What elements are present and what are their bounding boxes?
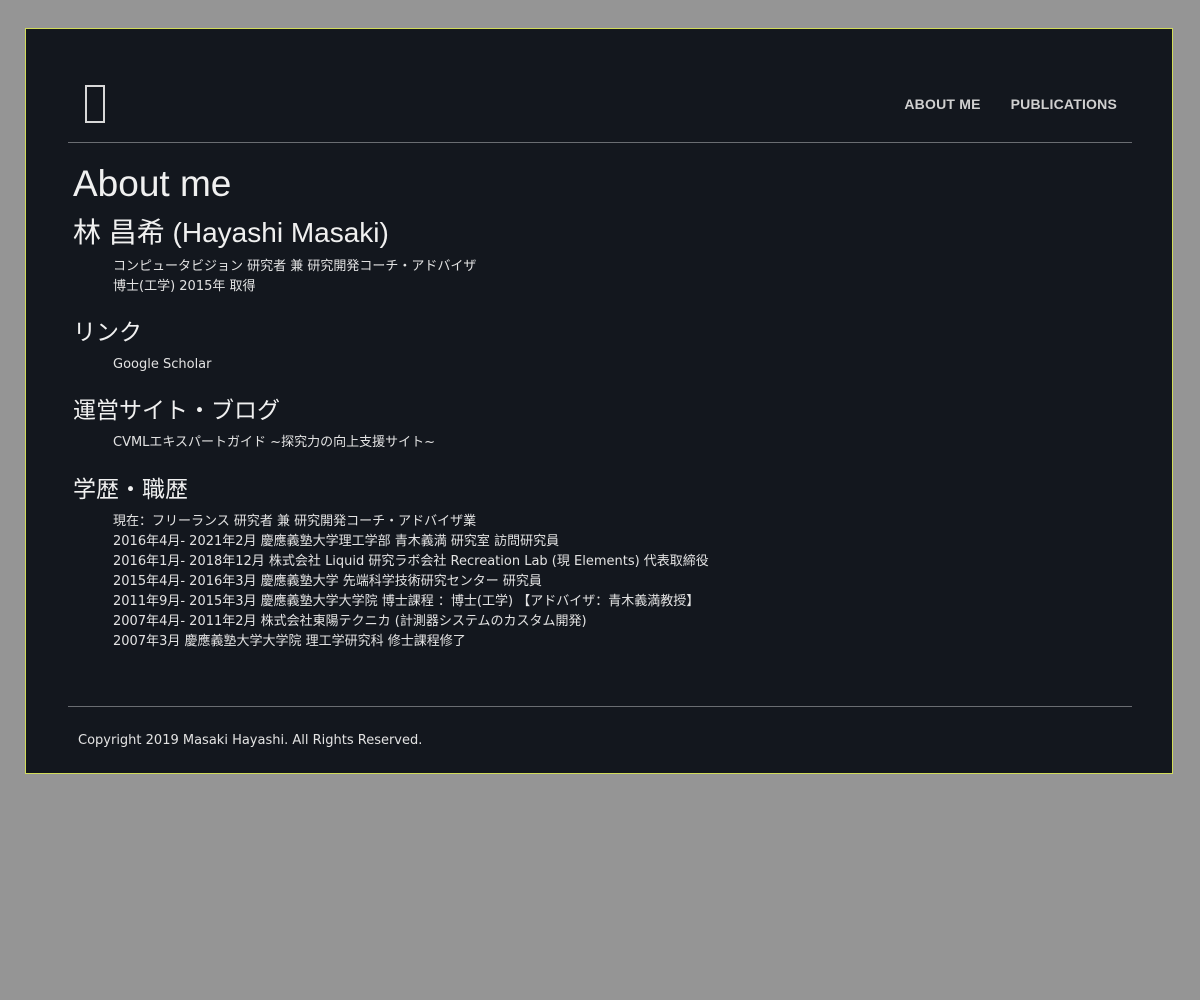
nav-publications[interactable]: PUBLICATIONS: [1011, 96, 1117, 112]
cvml-guide-link[interactable]: CVMLエキスパートガイド ~探究力の向上支援サイト~: [113, 435, 435, 450]
sites-section: 運営サイト・ブログ CVMLエキスパートガイド ~探究力の向上支援サイト~: [73, 395, 1133, 453]
links-section: リンク Google Scholar: [73, 317, 1133, 375]
google-scholar-link[interactable]: Google Scholar: [113, 357, 212, 372]
career-heading: 学歴・職歴: [73, 477, 188, 503]
profile-details: コンピュータビジョン 研究者 兼 研究開発コーチ・アドバイザ 博士(工学) 20…: [113, 257, 1133, 297]
career-item: 2016年4月- 2021年2月 慶應義塾大学理工学部 青木義満 研究室 訪問研…: [113, 534, 560, 549]
career-item: 2015年4月- 2016年3月 慶應義塾大学 先端科学技術研究センター 研究員: [113, 574, 542, 589]
page-frame: ABOUT ME PUBLICATIONS About me 林 昌希 (Hay…: [25, 28, 1173, 774]
career-item: 現在：フリーランス 研究者 兼 研究開発コーチ・アドバイザ業: [113, 514, 477, 529]
career-item: 2007年4月- 2011年2月 株式会社東陽テクニカ (計測器システムのカスタ…: [113, 614, 587, 629]
list-item: Google Scholar: [113, 355, 1133, 375]
main-content: About me 林 昌希 (Hayashi Masaki) コンピュータビジョ…: [73, 159, 1133, 652]
person-name: 林 昌希 (Hayashi Masaki): [73, 217, 389, 248]
sites-list: CVMLエキスパートガイド ~探究力の向上支援サイト~: [113, 433, 1133, 453]
page-title: About me: [73, 163, 232, 204]
profile-role: コンピュータビジョン 研究者 兼 研究開発コーチ・アドバイザ: [113, 259, 477, 274]
copyright-text: Copyright 2019 Masaki Hayashi. All Right…: [78, 733, 423, 748]
list-item: CVMLエキスパートガイド ~探究力の向上支援サイト~: [113, 433, 1133, 453]
links-heading: リンク: [73, 320, 142, 346]
site-footer: Copyright 2019 Masaki Hayashi. All Right…: [68, 706, 1132, 748]
sites-heading: 運営サイト・ブログ: [73, 398, 280, 424]
nav-about-me[interactable]: ABOUT ME: [904, 96, 980, 112]
profile-degree: 博士(工学) 2015年 取得: [113, 279, 256, 294]
career-item: 2011年9月- 2015年3月 慶應義塾大学大学院 博士課程 ：博士(工学) …: [113, 594, 700, 609]
career-item: 2007年3月 慶應義塾大学大学院 理工学研究科 修士課程修了: [113, 634, 466, 649]
logo-icon[interactable]: [85, 85, 105, 123]
main-nav: ABOUT ME PUBLICATIONS: [904, 96, 1117, 112]
career-list: 現在：フリーランス 研究者 兼 研究開発コーチ・アドバイザ業 2016年4月- …: [113, 512, 1133, 652]
career-item: 2016年1月- 2018年12月 株式会社 Liquid 研究ラボ会社 Rec…: [113, 554, 709, 569]
career-section: 学歴・職歴 現在：フリーランス 研究者 兼 研究開発コーチ・アドバイザ業 201…: [73, 474, 1133, 652]
site-header: ABOUT ME PUBLICATIONS: [68, 29, 1132, 143]
links-list: Google Scholar: [113, 355, 1133, 375]
